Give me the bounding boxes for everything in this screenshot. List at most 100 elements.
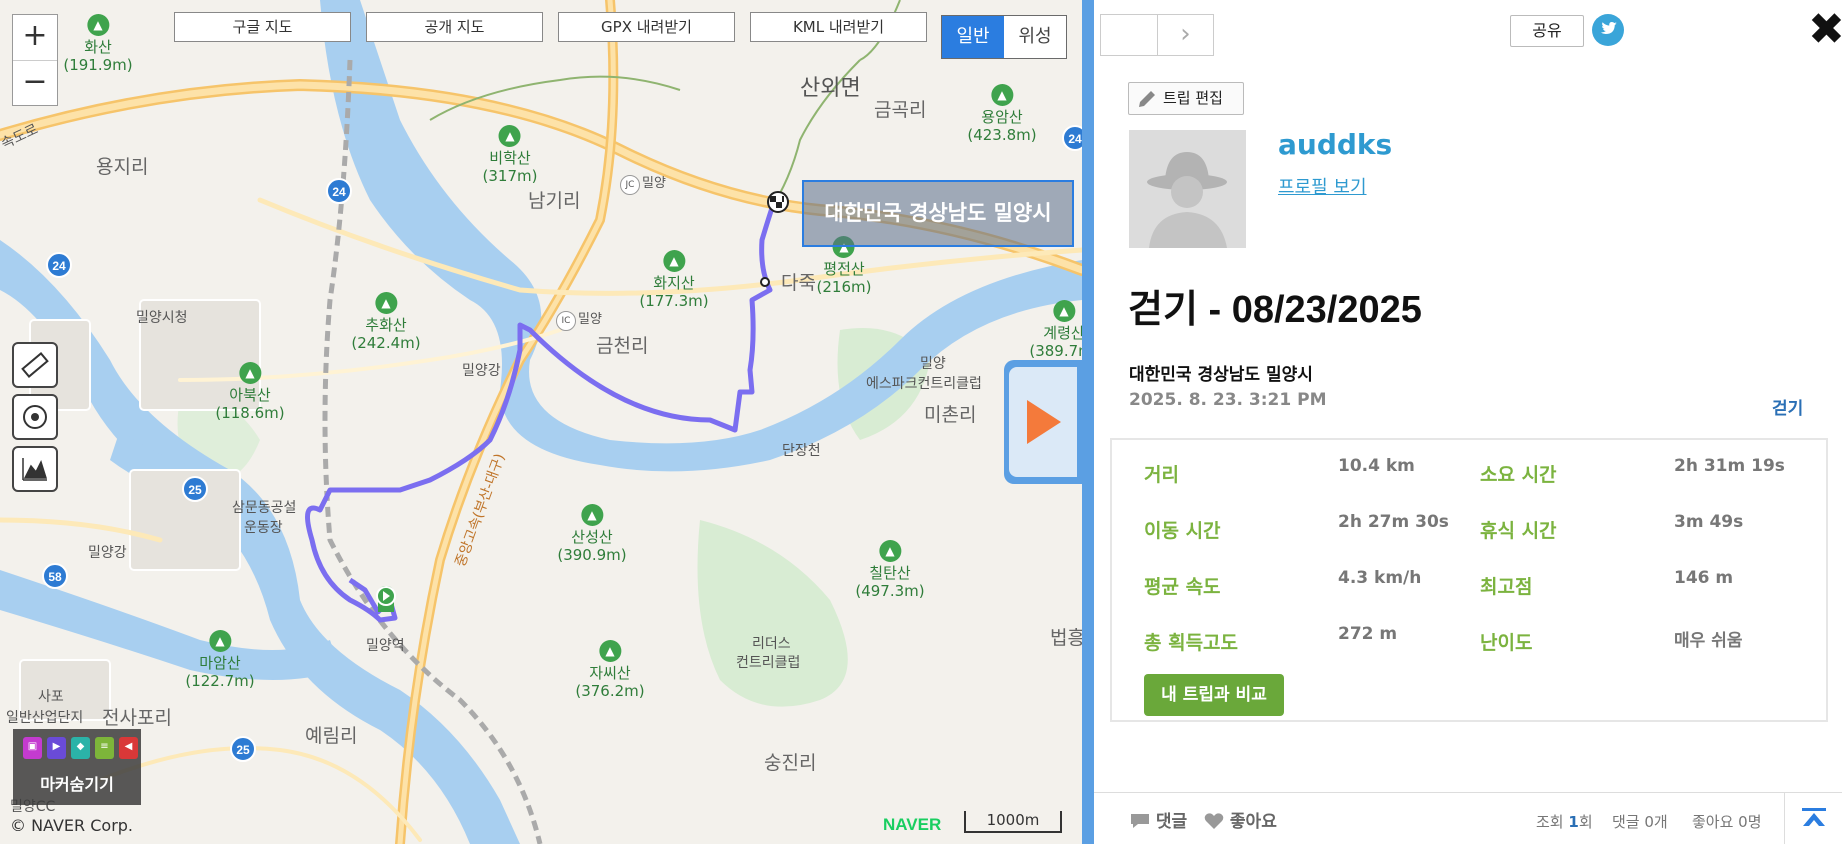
stat-value: 4.3 km/h bbox=[1338, 568, 1422, 588]
chevron-right-icon: › bbox=[1180, 19, 1191, 49]
username-link[interactable]: auddks bbox=[1278, 128, 1392, 161]
stat-label: 휴식 시간 bbox=[1480, 520, 1557, 542]
location-popup[interactable]: 대한민국 경상남도 밀양시 bbox=[802, 180, 1074, 247]
area-tool-button[interactable] bbox=[12, 394, 58, 440]
naver-logo[interactable]: NAVER bbox=[883, 815, 941, 835]
highway-shield: 24 bbox=[1062, 125, 1082, 151]
trip-stats: 거리 10.4 km 소요 시간 2h 31m 19s 이동 시간 2h 27m… bbox=[1110, 438, 1828, 722]
place-label: 사포 bbox=[38, 689, 64, 705]
place-label: 다죽 bbox=[781, 272, 816, 294]
place-label: 밀양 bbox=[920, 356, 946, 372]
highway-shield: 25 bbox=[182, 476, 208, 502]
place-label: 전사포리 bbox=[102, 707, 172, 729]
comment-label: 댓글 bbox=[1155, 812, 1188, 832]
trip-detail-panel: › 공유 ✖ 트립 편집 auddks 프로필 보기 걷기 - 08/23/20… bbox=[1094, 0, 1842, 844]
stat-label: 이동 시간 bbox=[1144, 520, 1221, 542]
stat-value: 146 m bbox=[1674, 568, 1734, 588]
memo-marker-icon: ≡ bbox=[95, 737, 114, 759]
like-label: 좋아요 bbox=[1229, 812, 1277, 832]
edit-trip-label: 트립 편집 bbox=[1163, 89, 1223, 107]
stat-label: 난이도 bbox=[1480, 632, 1533, 654]
comment-count: 댓글 0개 bbox=[1612, 813, 1668, 831]
ruler-icon bbox=[21, 352, 49, 378]
elevation-tool-button[interactable] bbox=[12, 446, 58, 492]
place-label: 밀양강 bbox=[462, 363, 501, 379]
place-label: 미촌리 bbox=[924, 404, 977, 426]
panel-footer: 댓글 좋아요 조회 1회 댓글 0개 좋아요 0명 bbox=[1094, 792, 1842, 844]
view-profile-link[interactable]: 프로필 보기 bbox=[1278, 173, 1367, 199]
mountain-label: ▲ 산성산 (390.9m) bbox=[557, 504, 627, 564]
google-map-tab[interactable]: 구글 지도 bbox=[174, 12, 351, 42]
panel-divider[interactable] bbox=[1082, 0, 1094, 844]
place-label: 일반산업단지 bbox=[6, 710, 84, 726]
marker-toggle[interactable]: ▣ ▶ ◆ ≡ ◀ 마커숨기기 bbox=[13, 729, 141, 805]
ic-label: IC 밀양 bbox=[556, 308, 602, 331]
twitter-icon bbox=[1600, 22, 1617, 34]
stat-label: 거리 bbox=[1144, 464, 1179, 486]
map-scale: 1000m bbox=[964, 811, 1062, 833]
place-label: 산외면 bbox=[800, 76, 861, 101]
elevation-chart-icon bbox=[22, 458, 48, 481]
place-label: 예림리 bbox=[305, 725, 358, 747]
speech-bubble-icon bbox=[1131, 814, 1149, 828]
mountain-label: ▲ 자씨산 (376.2m) bbox=[575, 640, 645, 700]
close-panel-button[interactable]: ✖ bbox=[1808, 8, 1842, 52]
share-button[interactable]: 공유 bbox=[1510, 15, 1584, 47]
pencil-icon bbox=[1139, 91, 1155, 107]
map-type-toggle: 일반 위성 bbox=[941, 15, 1067, 59]
activity-type-link[interactable]: 걷기 bbox=[1772, 394, 1803, 419]
twitter-share-button[interactable] bbox=[1592, 14, 1624, 46]
mountain-label: ▲ 아북산 (118.6m) bbox=[215, 362, 285, 422]
zoom-control: + − bbox=[12, 14, 58, 106]
place-label: 밀양시청 bbox=[136, 310, 188, 326]
trip-datetime: 2025. 8. 23. 3:21 PM bbox=[1129, 390, 1327, 410]
satellite-map-button[interactable]: 위성 bbox=[1004, 16, 1066, 58]
place-label: 에스파크컨트리클럽 bbox=[866, 376, 982, 392]
compare-my-trip-button[interactable]: 내 트립과 비교 bbox=[1144, 674, 1284, 716]
map-copyright: © NAVER Corp. bbox=[10, 816, 134, 835]
arrow-up-icon bbox=[1801, 808, 1826, 826]
view-count: 조회 1회 bbox=[1536, 813, 1593, 831]
stat-value: 2h 27m 30s bbox=[1338, 512, 1449, 532]
gpx-download-button[interactable]: GPX 내려받기 bbox=[558, 12, 735, 42]
map-view[interactable]: 산외면 금곡리 용지리 남기리 다죽 금천리 미촌리 단장천 밀양시청 밀양강 … bbox=[0, 0, 1082, 844]
ruler-tool-button[interactable] bbox=[12, 342, 58, 388]
trip-title: 걷기 - 08/23/2025 bbox=[1128, 289, 1422, 331]
kml-download-button[interactable]: KML 내려받기 bbox=[750, 12, 927, 42]
highway-shield: 24 bbox=[326, 178, 352, 204]
like-button[interactable]: 좋아요 bbox=[1204, 807, 1277, 832]
highway-shield: 24 bbox=[46, 252, 72, 278]
mountain-label: ▲ 화산 (191.9m) bbox=[63, 14, 133, 74]
next-trip-button[interactable]: › bbox=[1156, 15, 1213, 55]
normal-map-button[interactable]: 일반 bbox=[942, 16, 1004, 58]
zoom-in-button[interactable]: + bbox=[13, 15, 57, 60]
jc-label: JC 밀양 bbox=[620, 172, 666, 195]
mountain-label: ▲ 마암산 (122.7m) bbox=[185, 630, 255, 690]
comment-button[interactable]: 댓글 bbox=[1130, 807, 1187, 832]
close-icon: ✖ bbox=[1808, 4, 1842, 55]
place-label: 리더스 bbox=[752, 636, 791, 652]
place-label: 금곡리 bbox=[874, 99, 927, 121]
trip-pager: › bbox=[1100, 14, 1214, 56]
open-map-tab[interactable]: 공개 지도 bbox=[366, 12, 543, 42]
tape-measure-icon bbox=[23, 405, 47, 429]
highway-shield: 25 bbox=[230, 736, 256, 762]
highway-shield: 58 bbox=[42, 563, 68, 589]
play-route-button[interactable] bbox=[1004, 360, 1082, 484]
mountain-label: ▲ 추화산 (242.4m) bbox=[351, 292, 421, 352]
avatar[interactable] bbox=[1129, 130, 1246, 248]
prev-trip-button[interactable] bbox=[1101, 15, 1157, 55]
stat-label: 총 획득고도 bbox=[1144, 632, 1239, 654]
place-label: 용지리 bbox=[96, 156, 149, 178]
scroll-top-button[interactable] bbox=[1784, 793, 1842, 844]
place-label: 밀양역 bbox=[366, 638, 405, 654]
mountain-label: ▲ 용암산 (423.8m) bbox=[967, 84, 1037, 144]
place-label: 남기리 bbox=[528, 190, 581, 212]
pin-marker-icon: ◆ bbox=[71, 737, 90, 759]
play-icon bbox=[1027, 400, 1061, 444]
place-label: 컨트리클럽 bbox=[736, 655, 801, 671]
edit-trip-button[interactable]: 트립 편집 bbox=[1128, 82, 1244, 115]
zoom-out-button[interactable]: − bbox=[13, 60, 57, 105]
stat-value: 10.4 km bbox=[1338, 456, 1415, 476]
stat-value: 272 m bbox=[1338, 624, 1398, 644]
